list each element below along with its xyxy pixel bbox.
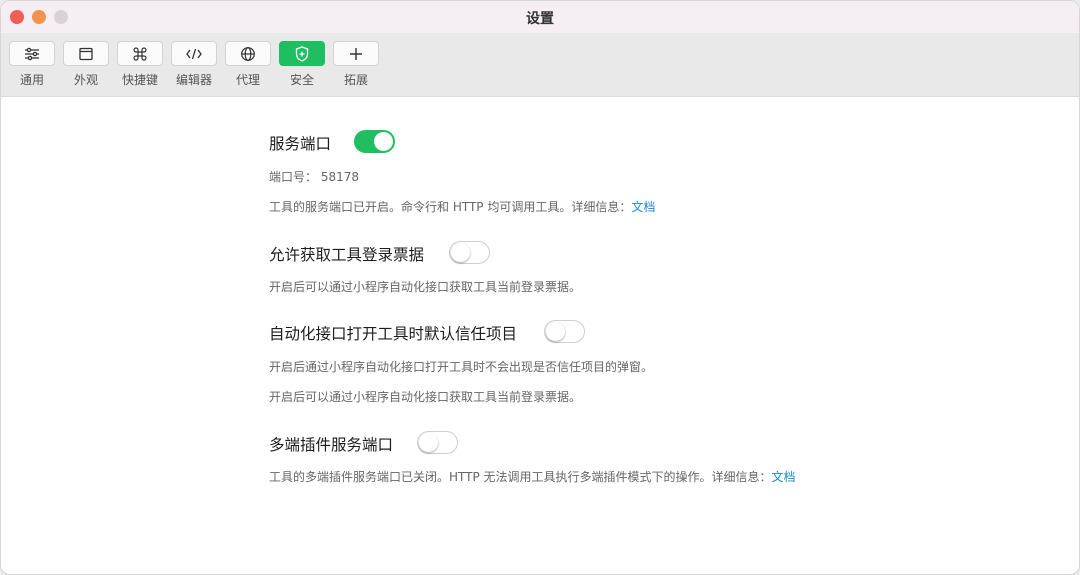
- tab-proxy-label: 代理: [235, 73, 260, 87]
- tab-security-label: 安全: [289, 73, 314, 87]
- tab-security-button[interactable]: [279, 41, 325, 66]
- tab-proxy-button[interactable]: [225, 41, 271, 66]
- tab-shortcuts-button[interactable]: [117, 41, 163, 66]
- tab-proxy[interactable]: 代理: [225, 41, 271, 88]
- toggle-knob: [546, 322, 565, 341]
- toggle-knob: [374, 132, 393, 151]
- multi-port-desc-text: 工具的多端插件服务端口已关闭。HTTP 无法调用工具执行多端插件模式下的操作。详…: [269, 470, 772, 484]
- multi-port-title: 多端插件服务端口: [269, 436, 394, 454]
- settings-toolbar: 通用 外观 快捷键 编辑器 代理 安全 拓展: [1, 33, 1079, 97]
- service-port-number: 端口号： 58178: [269, 168, 359, 185]
- port-value: 58178: [320, 170, 360, 184]
- service-port-title: 服务端口: [269, 135, 332, 153]
- tab-appearance-button[interactable]: [63, 41, 109, 66]
- trust-project-toggle[interactable]: [544, 320, 585, 343]
- trust-project-description-secondary: 开启后可以通过小程序自动化接口获取工具当前登录票据。: [269, 390, 582, 404]
- tab-shortcuts[interactable]: 快捷键: [117, 41, 163, 88]
- tab-security[interactable]: 安全: [279, 41, 325, 88]
- tab-extensions[interactable]: 拓展: [333, 41, 379, 88]
- settings-window: 设置 通用 外观 快捷键 编辑器 代理 安全 拓展 服务端口 端口号： 5817…: [0, 0, 1080, 575]
- command-key-icon: [133, 46, 147, 61]
- multi-port-docs-link[interactable]: 文档: [772, 470, 796, 484]
- multi-port-description: 工具的多端插件服务端口已关闭。HTTP 无法调用工具执行多端插件模式下的操作。详…: [269, 468, 796, 485]
- multi-port-toggle[interactable]: [417, 431, 458, 454]
- login-ticket-description: 开启后可以通过小程序自动化接口获取工具当前登录票据。: [269, 280, 582, 294]
- login-ticket-title: 允许获取工具登录票据: [269, 246, 425, 264]
- code-icon: [186, 48, 202, 59]
- shield-icon: [295, 45, 309, 62]
- service-port-docs-link[interactable]: 文档: [631, 200, 655, 214]
- tab-shortcuts-label: 快捷键: [121, 73, 158, 87]
- toggle-knob: [451, 243, 470, 262]
- tab-editor-label: 编辑器: [175, 73, 212, 87]
- tab-general-label: 通用: [19, 73, 44, 87]
- trust-project-description: 开启后通过小程序自动化接口打开工具时不会出现是否信任项目的弹窗。: [269, 360, 654, 374]
- tab-editor-button[interactable]: [171, 41, 217, 66]
- window-icon: [79, 47, 93, 60]
- plus-icon: [350, 47, 362, 60]
- port-label: 端口号：: [269, 170, 318, 184]
- login-ticket-toggle[interactable]: [449, 241, 490, 264]
- toggle-knob: [419, 433, 438, 452]
- service-port-toggle[interactable]: [354, 130, 395, 153]
- sliders-icon: [25, 47, 39, 60]
- tab-appearance-label: 外观: [73, 73, 98, 87]
- title-bar: 设置: [1, 1, 1079, 33]
- globe-icon: [241, 46, 255, 61]
- tab-general[interactable]: 通用: [9, 41, 55, 88]
- tab-general-button[interactable]: [9, 41, 55, 66]
- service-port-description: 工具的服务端口已开启。命令行和 HTTP 均可调用工具。详细信息：文档: [269, 198, 655, 215]
- tab-extensions-button[interactable]: [333, 41, 379, 66]
- tab-editor[interactable]: 编辑器: [171, 41, 217, 88]
- tab-extensions-label: 拓展: [343, 73, 368, 87]
- tab-appearance[interactable]: 外观: [63, 41, 109, 88]
- trust-project-title: 自动化接口打开工具时默认信任项目: [269, 325, 518, 343]
- service-port-desc-text: 工具的服务端口已开启。命令行和 HTTP 均可调用工具。详细信息：: [269, 200, 632, 214]
- window-title: 设置: [526, 11, 554, 27]
